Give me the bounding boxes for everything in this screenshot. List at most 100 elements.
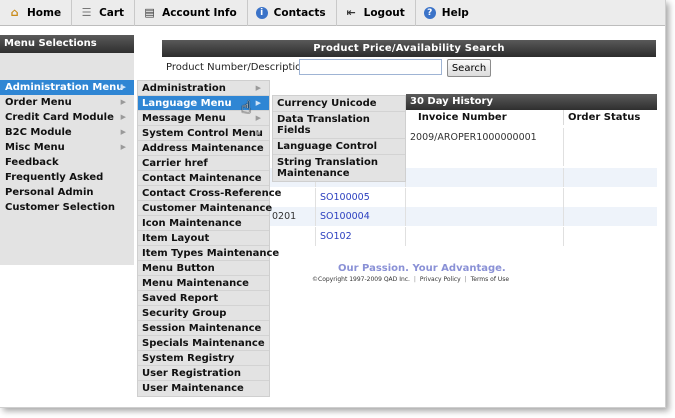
sidebar-item-label: Misc Menu	[5, 142, 65, 153]
footer-tagline: Our Passion. Your Advantage.	[338, 263, 506, 274]
sidebar-item-label: Credit Card Module	[5, 112, 114, 123]
order-status	[564, 188, 657, 207]
order-link[interactable]: SO102	[316, 227, 406, 246]
logout-icon: ⇤	[346, 6, 356, 19]
menu-item-label: Address Maintenance	[142, 143, 264, 154]
nav-home[interactable]: ⌂ Home	[0, 0, 73, 26]
invoice-number	[406, 188, 564, 207]
sidebar-item-administration-menu[interactable]: Administration Menu ▶	[0, 80, 134, 95]
sidebar-item-feedback[interactable]: Feedback	[0, 155, 134, 170]
menu-item-menu-maintenance[interactable]: Menu Maintenance	[138, 276, 269, 291]
chevron-right-icon: ▶	[120, 98, 126, 106]
sidebar-item-label: Administration Menu	[5, 82, 124, 93]
nav-account-label: Account Info	[162, 6, 237, 19]
privacy-policy-link[interactable]: Privacy Policy	[420, 276, 461, 283]
sidebar-item-b2c-module[interactable]: B2C Module ▶	[0, 125, 134, 140]
menu-item-icon-maintenance[interactable]: Icon Maintenance	[138, 216, 269, 231]
menu-item-label: Customer Maintenance	[142, 203, 273, 214]
sidebar-menu: Administration Menu ▶ Order Menu ▶ Credi…	[0, 80, 134, 215]
nav-cart[interactable]: ☰ Cart	[72, 0, 136, 26]
menu-item-session-maintenance[interactable]: Session Maintenance	[138, 321, 269, 336]
menu-item-specials-maintenance[interactable]: Specials Maintenance	[138, 336, 269, 351]
chevron-right-icon: ▶	[255, 114, 261, 122]
menu-item-user-maintenance[interactable]: User Maintenance	[138, 381, 269, 396]
menu-item-customer-maintenance[interactable]: Customer Maintenance	[138, 201, 273, 216]
menu-item-contact-maintenance[interactable]: Contact Maintenance	[138, 171, 269, 186]
menu-item-language-control[interactable]: Language Control	[273, 139, 405, 155]
menu-item-user-registration[interactable]: User Registration	[138, 366, 269, 381]
column-header-status: Order Status	[568, 112, 641, 123]
menu-item-label: Contact Cross-Reference	[142, 188, 282, 199]
menu-item-label: Item Layout	[142, 233, 210, 244]
menu-item-item-layout[interactable]: Item Layout	[138, 231, 269, 246]
sidebar: Menu Selections Administration Menu ▶ Or…	[0, 35, 134, 265]
chevron-right-icon: ▶	[120, 113, 126, 121]
sidebar-item-label: Feedback	[5, 157, 59, 168]
sidebar-item-frequently-asked[interactable]: Frequently Asked	[0, 170, 134, 185]
menu-item-system-control-menu[interactable]: System Control Menu ▶	[138, 126, 269, 141]
order-status	[564, 147, 657, 166]
order-status	[564, 168, 657, 187]
menu-item-label: User Registration	[142, 368, 241, 379]
chevron-right-icon: ▶	[120, 128, 126, 136]
menu-item-label: Item Types Maintenance	[142, 248, 280, 259]
menu-item-contact-cross-reference[interactable]: Contact Cross-Reference	[138, 186, 281, 201]
menu-item-currency-unicode[interactable]: Currency Unicode	[273, 96, 405, 112]
sidebar-item-order-menu[interactable]: Order Menu ▶	[0, 95, 134, 110]
menu-item-menu-button[interactable]: Menu Button	[138, 261, 269, 276]
menu-item-string-translation-maintenance[interactable]: String Translation Maintenance	[273, 155, 405, 181]
menu-item-address-maintenance[interactable]: Address Maintenance	[138, 141, 269, 156]
menu-item-data-translation-fields[interactable]: Data Translation Fields	[273, 112, 405, 139]
nav-help-label: Help	[441, 6, 469, 19]
separator: |	[464, 276, 467, 283]
menu-item-label: Carrier href	[142, 158, 208, 169]
chevron-right-icon: ▶	[255, 84, 261, 92]
administration-submenu: Administration ▶ Language Menu ▶ Message…	[137, 80, 281, 397]
menu-item-label: Language Menu	[142, 98, 232, 109]
menu-item-label: Icon Maintenance	[142, 218, 242, 229]
menu-item-security-group[interactable]: Security Group	[138, 306, 269, 321]
table-row: SO102	[270, 227, 657, 246]
order-status	[564, 128, 657, 147]
invoice-number	[406, 207, 564, 226]
nav-account-info[interactable]: ▤ Account Info	[135, 0, 248, 26]
home-icon: ⌂	[10, 6, 19, 19]
sidebar-item-label: Customer Selection	[5, 202, 115, 213]
copyright-text: ©Copyright 1997-2009 QAD Inc.	[312, 276, 410, 283]
chevron-right-icon: ▶	[120, 143, 126, 151]
sidebar-item-misc-menu[interactable]: Misc Menu ▶	[0, 140, 134, 155]
search-input[interactable]	[299, 59, 442, 75]
sidebar-item-personal-admin[interactable]: Personal Admin	[0, 185, 134, 200]
nav-contacts[interactable]: i Contacts	[248, 0, 337, 26]
search-label: Product Number/Description:	[166, 62, 312, 73]
invoice-number	[406, 168, 564, 187]
nav-cart-label: Cart	[99, 6, 125, 19]
search-button[interactable]: Search	[447, 59, 491, 77]
menu-item-label: Security Group	[142, 308, 227, 319]
nav-logout[interactable]: ⇤ Logout	[337, 0, 416, 26]
nav-help[interactable]: ? Help	[416, 0, 479, 26]
nav-logout-label: Logout	[363, 6, 405, 19]
row-cell	[270, 227, 316, 246]
sidebar-item-credit-card-module[interactable]: Credit Card Module ▶	[0, 110, 134, 125]
menu-item-item-types-maintenance[interactable]: Item Types Maintenance	[138, 246, 279, 261]
order-link[interactable]: SO100004	[316, 207, 406, 226]
history-title: 30 Day History	[406, 94, 657, 110]
terms-of-use-link[interactable]: Terms of Use	[471, 276, 509, 283]
order-link[interactable]: SO100005	[316, 188, 406, 207]
menu-item-system-registry[interactable]: System Registry	[138, 351, 269, 366]
menu-item-carrier-href[interactable]: Carrier href	[138, 156, 269, 171]
top-nav-bar: ⌂ Home ☰ Cart ▤ Account Info i Contacts …	[0, 0, 665, 26]
table-row: 0201 SO100004	[270, 207, 657, 226]
order-status	[564, 207, 657, 226]
menu-item-administration[interactable]: Administration ▶	[138, 81, 269, 96]
sidebar-item-customer-selection[interactable]: Customer Selection	[0, 200, 134, 215]
chevron-right-icon: ▶	[120, 83, 126, 91]
history-column-headers: Invoice Number Order Status	[406, 110, 657, 125]
account-icon: ▤	[144, 6, 155, 19]
sidebar-item-label: Personal Admin	[5, 187, 94, 198]
search-panel-title: Product Price/Availability Search	[162, 40, 656, 57]
contacts-icon: i	[255, 6, 268, 19]
menu-item-label: System Control Menu	[142, 128, 263, 139]
menu-item-saved-report[interactable]: Saved Report	[138, 291, 269, 306]
